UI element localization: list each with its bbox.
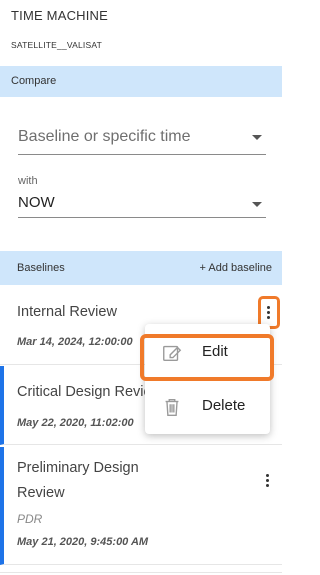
baseline-date: Mar 14, 2024, 12:00:00 bbox=[17, 336, 133, 348]
header: TIME MACHINE SATELLITE__VALISAT bbox=[0, 0, 282, 63]
edit-menu-item[interactable]: Edit bbox=[145, 336, 270, 376]
baseline-code: PDR bbox=[17, 512, 43, 526]
target-select-value: NOW bbox=[18, 194, 55, 211]
compare-section-label: Compare bbox=[11, 75, 57, 87]
baselines-section-label: Baselines bbox=[17, 262, 65, 274]
add-baseline-button[interactable]: + Add baseline bbox=[200, 262, 272, 274]
divider bbox=[0, 572, 282, 573]
baseline-name: Preliminary Design bbox=[17, 460, 139, 476]
more-options-icon[interactable] bbox=[260, 470, 274, 490]
baseline-card[interactable]: Preliminary Design Review PDR May 21, 20… bbox=[0, 447, 282, 565]
edit-icon bbox=[163, 345, 182, 362]
page-title: TIME MACHINE bbox=[11, 8, 109, 23]
compare-section-header: Compare bbox=[0, 66, 282, 97]
baseline-name: Internal Review bbox=[17, 304, 117, 320]
baselines-section-header: Baselines + Add baseline bbox=[0, 251, 282, 285]
with-label: with bbox=[18, 175, 38, 187]
baseline-select[interactable]: Baseline or specific time bbox=[18, 120, 266, 155]
baseline-name: Critical Design Review bbox=[17, 384, 163, 400]
caret-down-icon bbox=[252, 135, 262, 140]
baseline-select-value: Baseline or specific time bbox=[18, 128, 191, 145]
baseline-name-continued: Review bbox=[17, 485, 65, 501]
page-subtitle: SATELLITE__VALISAT bbox=[11, 40, 102, 50]
delete-menu-item[interactable]: Delete bbox=[145, 390, 270, 430]
caret-down-icon bbox=[252, 202, 262, 207]
edit-label: Edit bbox=[202, 343, 228, 360]
context-menu: Edit Delete bbox=[145, 324, 270, 434]
trash-icon bbox=[165, 398, 179, 416]
target-select[interactable]: NOW bbox=[18, 190, 266, 218]
baseline-date: May 21, 2020, 9:45:00 AM bbox=[17, 536, 149, 548]
delete-label: Delete bbox=[202, 397, 246, 414]
baseline-date: May 22, 2020, 11:02:00 bbox=[17, 417, 134, 429]
